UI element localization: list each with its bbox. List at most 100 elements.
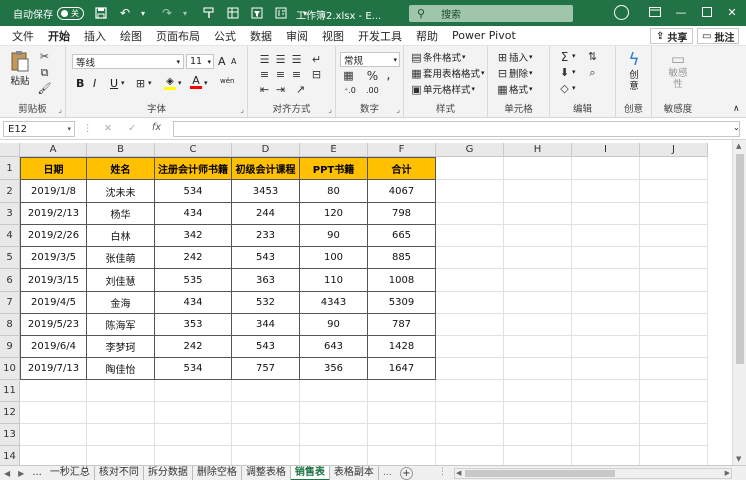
sheet-tab-more[interactable]: ... <box>28 466 46 480</box>
empty-cell[interactable] <box>436 446 504 465</box>
table-cell[interactable]: 787 <box>368 314 436 336</box>
sheet-tab[interactable]: 核对不同 <box>95 465 144 480</box>
column-header[interactable]: D <box>232 143 300 157</box>
row-header[interactable]: 9 <box>0 336 20 358</box>
table-cell[interactable]: 刘佳慧 <box>87 269 155 292</box>
table-cell[interactable]: 110 <box>300 269 368 292</box>
table-cell[interactable]: 李梦珂 <box>87 336 155 358</box>
close-icon[interactable]: ✕ <box>724 4 740 20</box>
table-cell[interactable]: 2019/1/8 <box>20 180 87 203</box>
ribbon-display-icon[interactable] <box>647 4 663 20</box>
empty-cell[interactable] <box>572 203 640 225</box>
table-cell[interactable]: 1008 <box>368 269 436 292</box>
fill-icon[interactable]: ⬇ <box>558 66 571 79</box>
empty-cell[interactable] <box>572 358 640 380</box>
empty-cell[interactable] <box>87 424 155 446</box>
row-header[interactable]: 8 <box>0 314 20 336</box>
avatar[interactable] <box>614 5 629 20</box>
menu-page-layout[interactable]: 页面布局 <box>156 28 200 44</box>
empty-cell[interactable] <box>436 180 504 203</box>
table-cell[interactable]: 陈海军 <box>87 314 155 336</box>
empty-cell[interactable] <box>572 402 640 424</box>
empty-cell[interactable] <box>155 380 232 402</box>
enter-icon[interactable]: ✓ <box>128 123 136 134</box>
empty-cell[interactable] <box>504 247 572 269</box>
menu-power-pivot[interactable]: Power Pivot <box>452 29 516 42</box>
chevron-down-icon[interactable]: ▾ <box>148 79 152 87</box>
row-header[interactable]: 13 <box>0 424 20 446</box>
empty-cell[interactable] <box>504 157 572 180</box>
row-header[interactable]: 5 <box>0 247 20 269</box>
expand-formula-icon[interactable]: ⌄ <box>733 123 740 132</box>
empty-cell[interactable] <box>155 424 232 446</box>
format-painter-icon[interactable]: 🖌 <box>38 82 52 95</box>
empty-cell[interactable] <box>640 446 708 465</box>
border-icon[interactable]: ⊞ <box>134 77 147 90</box>
empty-cell[interactable] <box>572 180 640 203</box>
table-cell[interactable]: 白林 <box>87 225 155 247</box>
empty-cell[interactable] <box>640 225 708 247</box>
empty-cell[interactable] <box>436 402 504 424</box>
align-top-icon[interactable]: ☰ <box>258 53 271 66</box>
empty-cell[interactable] <box>504 336 572 358</box>
empty-cell[interactable] <box>436 203 504 225</box>
decrease-decimal-icon[interactable]: .00 <box>366 86 379 95</box>
chevron-down-icon[interactable]: ▾ <box>572 52 576 60</box>
table-cell[interactable]: 757 <box>232 358 300 380</box>
align-bottom-icon[interactable]: ☰ <box>290 53 303 66</box>
table-cell[interactable]: 5309 <box>368 292 436 314</box>
table-cell[interactable]: 535 <box>155 269 232 292</box>
table-cell[interactable]: 2019/3/5 <box>20 247 87 269</box>
column-header[interactable]: A <box>20 143 87 157</box>
table-cell[interactable]: 643 <box>300 336 368 358</box>
empty-cell[interactable] <box>572 247 640 269</box>
table-cell[interactable]: 张佳萌 <box>87 247 155 269</box>
menu-data[interactable]: 数据 <box>250 28 272 44</box>
table-cell[interactable]: 885 <box>368 247 436 269</box>
cell-styles-button[interactable]: ▣ 单元格样式 ▾ <box>410 82 475 97</box>
column-header[interactable]: J <box>640 143 708 157</box>
empty-cell[interactable] <box>572 336 640 358</box>
chevron-down-icon[interactable]: ▾ <box>121 79 125 87</box>
menu-help[interactable]: 帮助 <box>416 28 438 44</box>
share-button[interactable]: ⇪ 共享 <box>650 28 694 44</box>
dialog-launcher-icon[interactable]: ⌟ <box>240 105 244 114</box>
empty-cell[interactable] <box>87 446 155 465</box>
scroll-left-icon[interactable]: ◀ <box>456 469 461 477</box>
table-header-cell[interactable]: 合计 <box>368 157 436 180</box>
empty-cell[interactable] <box>504 292 572 314</box>
table-header-cell[interactable]: 初级会计课程 <box>232 157 300 180</box>
fill-color-icon[interactable]: ◈ <box>164 76 176 90</box>
empty-cell[interactable] <box>640 358 708 380</box>
sheet-tab[interactable]: 拆分数据 <box>144 465 193 480</box>
table-cell[interactable]: 534 <box>155 180 232 203</box>
dialog-launcher-icon[interactable]: ⌟ <box>396 105 400 114</box>
table-cell[interactable]: 363 <box>232 269 300 292</box>
table-cell[interactable]: 543 <box>232 247 300 269</box>
empty-cell[interactable] <box>640 247 708 269</box>
autosum-icon[interactable]: Σ <box>558 50 571 64</box>
table-cell[interactable]: 120 <box>300 203 368 225</box>
empty-cell[interactable] <box>504 424 572 446</box>
table-cell[interactable]: 344 <box>232 314 300 336</box>
table-header-cell[interactable]: 姓名 <box>87 157 155 180</box>
empty-cell[interactable] <box>436 424 504 446</box>
menu-formulas[interactable]: 公式 <box>214 28 236 44</box>
autosave-toggle-group[interactable]: 自动保存 关 <box>13 6 84 21</box>
row-header[interactable]: 11 <box>0 380 20 402</box>
empty-cell[interactable] <box>640 180 708 203</box>
percent-icon[interactable]: % <box>366 69 379 83</box>
row-header[interactable]: 1 <box>0 157 20 180</box>
empty-cell[interactable] <box>572 380 640 402</box>
number-format-select[interactable]: 常规 ▾ <box>340 52 400 67</box>
empty-cell[interactable] <box>572 225 640 247</box>
empty-cell[interactable] <box>640 203 708 225</box>
empty-cell[interactable] <box>87 380 155 402</box>
empty-cell[interactable] <box>368 402 436 424</box>
decrease-indent-icon[interactable]: ⇤ <box>258 83 271 96</box>
table-cell[interactable]: 4343 <box>300 292 368 314</box>
scroll-down-icon[interactable]: ▼ <box>736 455 741 463</box>
sheet-tab-active[interactable]: 销售表 <box>290 465 330 480</box>
empty-cell[interactable] <box>504 225 572 247</box>
empty-cell[interactable] <box>640 269 708 292</box>
